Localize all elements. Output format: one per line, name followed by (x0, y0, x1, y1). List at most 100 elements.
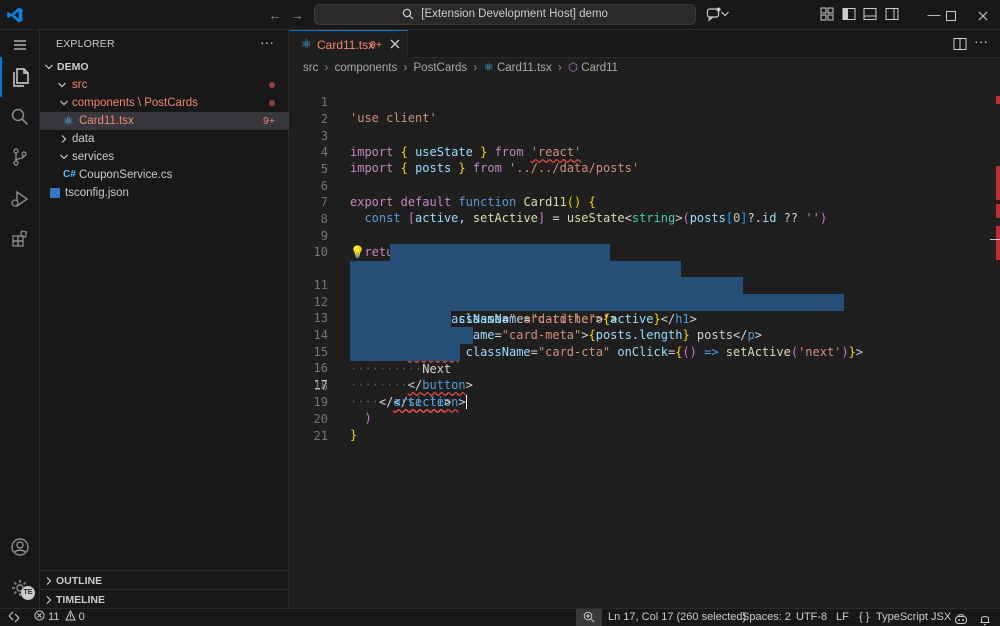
tree-item-label: Card11.tsx (79, 115, 134, 127)
language-status-icon[interactable]: { } (859, 609, 869, 626)
breadcrumb-item[interactable]: src (303, 62, 318, 74)
breadcrumb-item[interactable]: PostCards (414, 62, 468, 74)
warning-count: 0 (78, 611, 85, 623)
chevron-right-icon: › (403, 62, 408, 74)
react-tsx-icon: ⚛ (483, 62, 494, 74)
error-icon (34, 610, 45, 621)
chevron-right-icon (61, 135, 67, 143)
hamburger-icon (14, 40, 26, 50)
zoom-indicator[interactable] (576, 609, 602, 626)
timeline-section[interactable]: TIMELINE (40, 589, 289, 609)
code-line: 15 ··········Next (290, 311, 990, 376)
chevron-down-icon[interactable] (720, 6, 730, 22)
cursor-ruler-marker (990, 239, 1000, 240)
end-of-line[interactable]: LF (836, 609, 849, 626)
problems-indicator[interactable]: 11 0 (34, 609, 85, 626)
chevron-down-icon (58, 82, 66, 88)
notifications-icon[interactable] (978, 611, 992, 626)
error-marker (996, 166, 1000, 200)
tree-item-tsconfig[interactable]: tsconfig.json (40, 184, 289, 202)
error-marker (996, 204, 1000, 218)
explorer-view-button[interactable] (0, 57, 40, 97)
code-line: 4 import { posts } from '../../data/post… (290, 127, 990, 176)
tab-card11[interactable]: ⚛ Card11.tsx 9+ (290, 30, 408, 58)
react-tsx-icon: ⚛ (63, 114, 74, 128)
customize-layout-icon[interactable] (819, 6, 835, 22)
source-control-view-button[interactable] (0, 137, 40, 177)
cursor-position[interactable]: Ln 17, Col 17 (260 selected) (608, 609, 746, 626)
toggle-secondary-sidebar-icon[interactable] (884, 6, 900, 22)
tree-item-src[interactable]: src (40, 76, 289, 94)
code-line: 7 const [active, setActive] = useState<s… (290, 177, 990, 226)
tab-label: Card11.tsx (317, 38, 375, 52)
manage-button[interactable] (0, 568, 40, 608)
selection-highlight (350, 294, 844, 311)
code-line: 19 ) (290, 377, 990, 426)
selection-highlight (350, 311, 451, 328)
remote-indicator[interactable] (0, 609, 28, 626)
selection-highlight (350, 327, 473, 344)
code-editor[interactable]: 1 'use client' 2 3 import { useState } f… (290, 76, 1000, 608)
close-window-button[interactable] (966, 0, 1000, 30)
search-icon (11, 108, 29, 126)
close-icon (978, 11, 988, 20)
arrow-right-icon[interactable]: → (288, 6, 306, 24)
tab-problems-badge: 9+ (370, 39, 382, 51)
code-line: 18 </article> (290, 361, 990, 410)
accounts-button[interactable] (0, 527, 40, 567)
code-line: 10 <article className="card"> (290, 227, 990, 276)
timeline-label: TIMELINE (56, 594, 105, 606)
chevron-down-icon (60, 100, 68, 106)
toggle-primary-sidebar-icon[interactable] (841, 6, 857, 22)
tree-root-demo[interactable]: DEMO (40, 58, 289, 76)
problems-badge: 9+ (263, 115, 275, 127)
tree-item-label: src (72, 79, 88, 91)
more-actions-icon[interactable]: ··· (974, 33, 988, 49)
close-icon[interactable] (388, 37, 402, 51)
code-line: 21 (290, 411, 990, 443)
code-line: 14 ········<button className="card-cta" … (290, 294, 990, 359)
tree-item-components-postcards[interactable]: components \ PostCards (40, 94, 289, 112)
tree-item-label: tsconfig.json (65, 187, 129, 199)
run-debug-view-button[interactable] (0, 179, 40, 219)
code-line: 11 💡 <section className="card-hero"> (290, 244, 990, 326)
maximize-icon (946, 10, 956, 21)
tree-item-label: data (72, 133, 95, 145)
command-center[interactable]: [Extension Development Host] demo (314, 4, 696, 25)
source-control-icon (13, 148, 27, 166)
vscode-logo-icon (7, 7, 23, 23)
split-editor-icon[interactable] (953, 37, 967, 51)
tree-root-label: DEMO (57, 61, 89, 73)
warning-icon (64, 609, 76, 621)
error-marker (996, 226, 1000, 260)
breadcrumb-item[interactable]: Card11.tsx (497, 62, 552, 74)
more-actions-button[interactable]: ··· (260, 34, 274, 50)
search-view-button[interactable] (0, 97, 40, 137)
breadcrumb-item[interactable]: components (335, 62, 398, 74)
indentation[interactable]: Spaces: 2 (742, 609, 791, 626)
outline-section[interactable]: OUTLINE (40, 570, 289, 590)
tree-item-card11[interactable]: ⚛ Card11.tsx 9+ (40, 112, 289, 130)
tree-item-couponservice[interactable]: C# CouponService.cs (40, 166, 289, 184)
maximize-button[interactable] (934, 0, 968, 30)
tree-item-label: components \ PostCards (72, 97, 198, 109)
symbol-component-icon: ⬡ (567, 62, 579, 74)
extensions-view-button[interactable] (0, 219, 40, 259)
editor-tab-bar: ⚛ Card11.tsx 9+ ··· (290, 30, 1000, 58)
encoding[interactable]: UTF-8 (796, 609, 827, 626)
copilot-icon[interactable] (954, 611, 968, 626)
code-line: 8 (290, 194, 990, 226)
run-debug-icon (11, 190, 29, 208)
react-tsx-icon: ⚛ (301, 37, 312, 51)
language-mode[interactable]: TypeScript JSX (876, 609, 951, 626)
lightbulb-icon[interactable]: 💡 (350, 244, 365, 261)
code-line: 12 ········<h1 className="card-title">{a… (290, 261, 990, 326)
toggle-panel-icon[interactable] (862, 6, 878, 22)
tree-item-data[interactable]: data (40, 130, 289, 148)
tree-item-services[interactable]: services (40, 148, 289, 166)
chevron-down-icon (60, 154, 68, 160)
modified-indicator (269, 100, 275, 106)
arrow-left-icon[interactable]: ← (266, 6, 284, 24)
breadcrumb-item[interactable]: Card11 (581, 62, 618, 74)
command-center-label: [Extension Development Host] demo (421, 8, 608, 20)
